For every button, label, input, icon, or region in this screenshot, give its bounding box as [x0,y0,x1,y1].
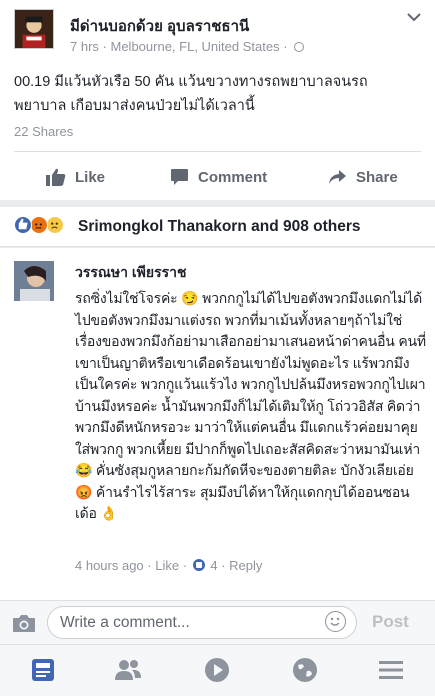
comment-time[interactable]: 4 hours ago [75,558,144,573]
post-divider [14,151,421,152]
meta-separator: · [102,39,107,54]
camera-icon[interactable] [12,614,36,633]
like-label: Like [75,168,106,186]
comment-meta-dot-3: · [221,558,226,573]
comment-meta-dot: · [147,558,152,573]
share-arrow-icon [329,170,346,184]
post-location[interactable]: Melbourne, FL, United States [111,39,280,54]
friends-icon[interactable] [113,655,143,685]
comment-like-count-icon [192,559,205,571]
post-meta: 7 hrs · Melbourne, FL, United States · [70,39,305,54]
comment-text: รถซิ่งไม่ใช่โจรค่ะ 😏 พวกกกูไม่ได้ไปขอตัง… [75,290,426,521]
post-card: มีด่านบอกด้วย อุบลราชธานี 7 hrs · Melbou… [0,0,435,200]
news-feed-icon[interactable] [28,655,58,685]
sad-reaction-icon [46,216,64,234]
thumbs-up-icon [46,168,66,186]
comment-meta: 4 hours ago · Like · 4 · Reply [75,558,262,573]
post-text: 00.19 มีแว้นหัวเรือ 50 คัน แว้นขวางทางรถ… [14,74,368,114]
reactions-summary[interactable]: Srimongkol Thanakorn and 908 others [0,207,435,247]
share-button[interactable]: Share [328,160,398,194]
post-action-bar: Like Comment Share [0,160,435,194]
comment-item: วรรณษา เพียรราช รถซิ่งไม่ใช่โจรค่ะ 😏 พวก… [0,248,435,600]
comment-composer: Post [0,600,435,644]
comment-label: Comment [198,168,268,186]
like-button[interactable]: Like [46,160,105,194]
post-comment-button[interactable]: Post [372,612,409,632]
share-label: Share [356,168,398,186]
reactions-summary-text: Srimongkol Thanakorn and 908 others [78,218,361,235]
commenter-avatar-image [14,261,54,301]
bottom-navigation [0,644,435,696]
post-options-chevron-icon[interactable] [407,12,421,22]
post-author-name[interactable]: มีด่านบอกด้วย อุบลราชธานี [70,14,249,38]
privacy-globe-icon [294,42,305,52]
like-reaction-icon [14,216,32,234]
globe-icon[interactable] [290,655,320,685]
meta-separator-2: · [283,39,288,54]
comment-input[interactable] [47,606,357,639]
emoji-picker-icon[interactable] [325,611,346,632]
post-shares-count[interactable]: 22 Shares [14,124,73,139]
commenter-avatar[interactable] [14,261,54,301]
page-avatar[interactable] [14,9,54,49]
page-avatar-image [15,10,53,48]
post-time[interactable]: 7 hrs [70,39,99,54]
menu-icon[interactable] [376,655,406,685]
commenter-name[interactable]: วรรณษา เพียรราช [75,262,187,284]
comment-bubble-icon [171,169,188,185]
video-icon[interactable] [202,655,232,685]
comment-button[interactable]: Comment [170,160,267,194]
comment-like-button[interactable]: Like [155,558,179,573]
comment-like-count[interactable]: 4 [210,558,217,573]
angry-reaction-icon [30,216,48,234]
comment-reply-button[interactable]: Reply [229,558,262,573]
comment-meta-dot-2: · [182,558,188,573]
